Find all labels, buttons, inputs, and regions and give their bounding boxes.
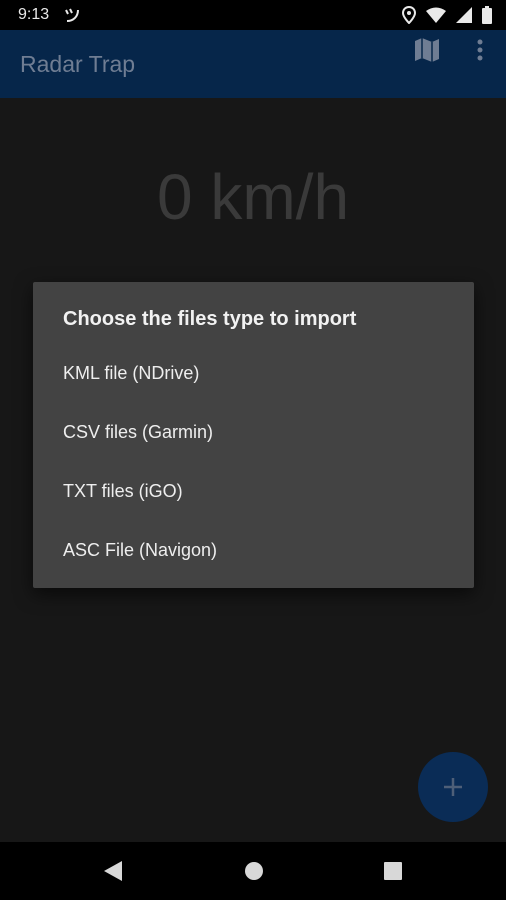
status-icons [402,6,492,24]
home-icon[interactable] [244,861,264,881]
system-nav-bar [0,842,506,900]
overflow-menu-button[interactable] [468,35,492,65]
import-file-type-dialog: Choose the files type to import KML file… [33,282,474,588]
option-csv-files[interactable]: CSV files (Garmin) [33,404,474,462]
option-label: CSV files (Garmin) [63,422,214,442]
more-vert-icon [477,39,483,61]
app-title: Radar Trap [20,51,136,77]
status-bar: 9:13 [0,0,506,30]
location-icon [402,6,416,24]
option-label: KML file (NDrive) [63,363,200,383]
wifi-icon [426,7,446,23]
option-kml-file[interactable]: KML file (NDrive) [33,345,474,403]
plus-icon [444,778,462,796]
status-time: 9:13 [18,6,50,23]
option-label: TXT files (iGO) [63,481,183,501]
option-label: ASC File (Navigon) [63,540,218,560]
map-icon [415,38,439,62]
add-fab-button[interactable] [418,752,488,822]
battery-icon [482,6,492,24]
speed-readout: 0 km/h [156,161,350,233]
app-notification-icon [65,8,79,22]
recents-icon[interactable] [384,862,402,880]
back-icon[interactable] [103,860,123,882]
map-button[interactable] [412,35,442,65]
option-asc-file[interactable]: ASC File (Navigon) [33,522,474,580]
option-txt-files[interactable]: TXT files (iGO) [33,463,474,521]
dialog-title: Choose the files type to import [63,308,357,330]
signal-icon [456,7,472,23]
